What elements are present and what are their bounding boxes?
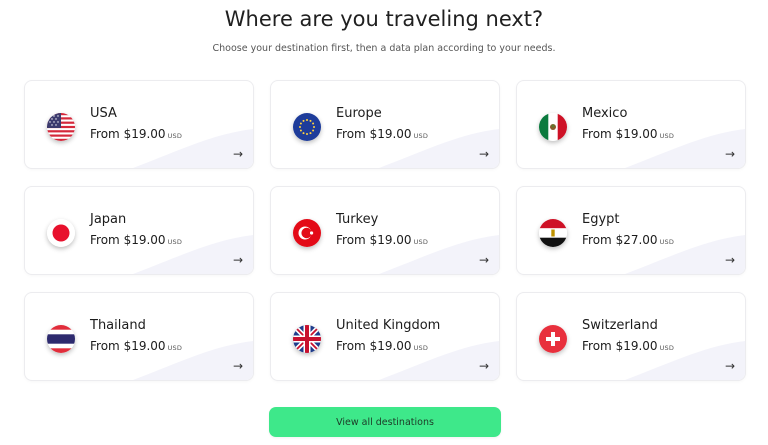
destination-name: Switzerland — [582, 318, 658, 333]
destination-name: Thailand — [90, 318, 146, 333]
arrow-right-icon: → — [232, 147, 243, 161]
destination-card-usa[interactable]: USA From $19.00 USD → — [24, 80, 254, 169]
top-edge-fragment — [0, 0, 768, 1]
destination-price: From $19.00 USD — [336, 339, 429, 353]
arrow-right-icon: → — [724, 359, 735, 373]
destination-name: USA — [90, 106, 117, 121]
destination-price: From $19.00 USD — [90, 127, 183, 141]
arrow-right-icon: → — [478, 147, 489, 161]
eu-flag-icon — [293, 113, 321, 141]
arrow-right-icon: → — [724, 147, 735, 161]
destination-card-united-kingdom[interactable]: United Kingdom From $19.00 USD → — [270, 292, 500, 381]
destination-card-japan[interactable]: Japan From $19.00 USD → — [24, 186, 254, 275]
arrow-right-icon: → — [724, 253, 735, 267]
destination-card-egypt[interactable]: Egypt From $27.00 USD → — [516, 186, 746, 275]
destination-price: From $19.00 USD — [336, 233, 429, 247]
destination-card-thailand[interactable]: Thailand From $19.00 USD → — [24, 292, 254, 381]
arrow-right-icon: → — [478, 253, 489, 267]
destination-card-mexico[interactable]: Mexico From $19.00 USD → — [516, 80, 746, 169]
destination-price: From $19.00 USD — [336, 127, 429, 141]
destination-card-europe[interactable]: Europe From $19.00 USD → — [270, 80, 500, 169]
view-all-destinations-button[interactable]: View all destinations — [269, 407, 501, 437]
japan-flag-icon — [47, 219, 75, 247]
destination-grid: USA From $19.00 USD → Europe From $19.00 U… — [24, 80, 746, 383]
destination-name: Turkey — [336, 212, 379, 227]
destination-price: From $19.00 USD — [90, 339, 183, 353]
destination-name: Japan — [90, 212, 127, 227]
destination-price: From $19.00 USD — [582, 127, 675, 141]
page-title: Where are you traveling next? — [224, 7, 544, 31]
page-subtitle: Choose your destination first, then a da… — [212, 43, 556, 54]
uk-flag-icon — [293, 325, 321, 353]
destination-name: United Kingdom — [336, 318, 441, 333]
switzerland-flag-icon — [539, 325, 567, 353]
arrow-right-icon: → — [232, 359, 243, 373]
destination-price: From $19.00 USD — [582, 339, 675, 353]
destination-name: Europe — [336, 106, 382, 121]
usa-flag-icon — [47, 113, 75, 141]
destination-name: Egypt — [582, 212, 620, 227]
thailand-flag-icon — [47, 325, 75, 353]
turkey-flag-icon — [293, 219, 321, 247]
destination-price: From $27.00 USD — [582, 233, 675, 247]
egypt-flag-icon — [539, 219, 567, 247]
mexico-flag-icon — [539, 113, 567, 141]
arrow-right-icon: → — [478, 359, 489, 373]
destination-price: From $19.00 USD — [90, 233, 183, 247]
arrow-right-icon: → — [232, 253, 243, 267]
destination-card-switzerland[interactable]: Switzerland From $19.00 USD → — [516, 292, 746, 381]
destination-card-turkey[interactable]: Turkey From $19.00 USD → — [270, 186, 500, 275]
destination-name: Mexico — [582, 106, 628, 121]
